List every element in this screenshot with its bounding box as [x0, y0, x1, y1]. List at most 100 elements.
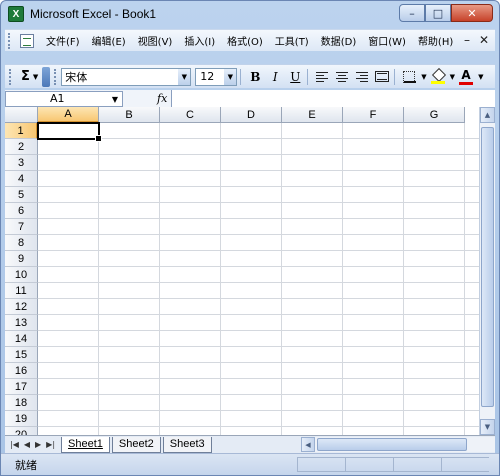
- status-panel: [441, 457, 489, 472]
- font-color-dropdown-icon[interactable]: ▼: [478, 73, 483, 81]
- font-size-dropdown-icon[interactable]: ▼: [224, 68, 237, 85]
- sheet-tab-sheet2[interactable]: Sheet2: [111, 436, 161, 453]
- autosum-icon[interactable]: Σ: [21, 69, 30, 84]
- underline-button[interactable]: U: [286, 68, 304, 86]
- align-right-button[interactable]: [353, 68, 371, 86]
- merge-center-icon: [375, 71, 390, 82]
- row-header-20[interactable]: 20: [5, 427, 38, 435]
- first-sheet-icon[interactable]: |◀: [10, 440, 19, 449]
- window-title: Microsoft Excel - Book1: [30, 7, 157, 21]
- name-box-dropdown-icon[interactable]: ▼: [112, 95, 118, 104]
- formula-input[interactable]: [171, 90, 495, 107]
- menu-file[interactable]: 文件(F): [46, 33, 80, 48]
- fill-color-button[interactable]: [429, 68, 447, 86]
- toolbar-separator: [240, 68, 242, 85]
- align-center-icon: [336, 71, 349, 82]
- minimize-button[interactable]: –: [399, 4, 425, 22]
- column-header-b[interactable]: B: [99, 107, 160, 123]
- scroll-left-button[interactable]: ◀: [301, 437, 315, 452]
- column-header-f[interactable]: F: [343, 107, 404, 123]
- row-header-12[interactable]: 12: [5, 299, 38, 315]
- vertical-scroll-thumb[interactable]: [481, 127, 494, 407]
- merge-center-button[interactable]: [373, 68, 391, 86]
- row-header-11[interactable]: 11: [5, 283, 38, 299]
- sheet-tab-sheet3[interactable]: Sheet3: [162, 436, 212, 453]
- autosum-dropdown-icon[interactable]: ▼: [33, 73, 38, 81]
- row-header-4[interactable]: 4: [5, 171, 38, 187]
- menu-view[interactable]: 视图(V): [138, 33, 173, 48]
- menu-insert[interactable]: 插入(I): [184, 33, 215, 48]
- align-center-button[interactable]: [333, 68, 351, 86]
- document-minimize-button[interactable]: –: [464, 33, 470, 47]
- column-header-g[interactable]: G: [404, 107, 465, 123]
- row-header-8[interactable]: 8: [5, 235, 38, 251]
- row-header-7[interactable]: 7: [5, 219, 38, 235]
- menu-window[interactable]: 窗口(W): [368, 33, 406, 48]
- menu-tools[interactable]: 工具(T): [275, 33, 309, 48]
- active-cell-A1[interactable]: [37, 122, 102, 142]
- excel-app-icon[interactable]: X: [8, 6, 24, 22]
- horizontal-scroll-thumb[interactable]: [317, 438, 467, 451]
- toolbar-grip-handle[interactable]: [9, 68, 13, 85]
- row-header-13[interactable]: 13: [5, 315, 38, 331]
- font-name-dropdown-icon[interactable]: ▼: [178, 68, 191, 85]
- menu-edit[interactable]: 编辑(E): [92, 33, 126, 48]
- row-header-9[interactable]: 9: [5, 251, 38, 267]
- column-header-a[interactable]: A: [38, 107, 99, 123]
- borders-dropdown-icon[interactable]: ▼: [421, 73, 426, 81]
- formatting-toolbar: Σ ▼ 宋体 ▼ 12 ▼ B I U ▼ ▼ A ▼: [5, 64, 495, 88]
- row-header-10[interactable]: 10: [5, 267, 38, 283]
- row-header-19[interactable]: 19: [5, 411, 38, 427]
- insert-function-icon[interactable]: fx: [157, 92, 167, 105]
- prev-sheet-icon[interactable]: ◀: [24, 440, 30, 449]
- row-header-2[interactable]: 2: [5, 139, 38, 155]
- menu-format[interactable]: 格式(O): [227, 33, 263, 48]
- scroll-up-button[interactable]: ▲: [480, 107, 495, 123]
- borders-button[interactable]: [400, 68, 418, 86]
- menu-help[interactable]: 帮助(H): [418, 33, 453, 48]
- row-header-17[interactable]: 17: [5, 379, 38, 395]
- align-left-button[interactable]: [313, 68, 331, 86]
- document-close-button[interactable]: ✕: [479, 33, 489, 47]
- font-size-select[interactable]: 12 ▼: [195, 67, 238, 86]
- window-controls: – □ ✕: [399, 4, 493, 22]
- row-header-18[interactable]: 18: [5, 395, 38, 411]
- row-header-5[interactable]: 5: [5, 187, 38, 203]
- column-header-d[interactable]: D: [221, 107, 282, 123]
- sheet-tab-sheet1[interactable]: Sheet1: [61, 436, 110, 453]
- row-header-15[interactable]: 15: [5, 347, 38, 363]
- italic-button[interactable]: I: [266, 68, 284, 86]
- next-sheet-icon[interactable]: ▶: [35, 440, 41, 449]
- scroll-down-button[interactable]: ▼: [480, 419, 495, 435]
- maximize-button[interactable]: □: [425, 4, 451, 22]
- horizontal-scrollbar[interactable]: ◀: [301, 437, 495, 452]
- status-panel: [345, 457, 393, 472]
- font-name-select[interactable]: 宋体 ▼: [61, 67, 192, 86]
- last-sheet-icon[interactable]: ▶|: [46, 440, 55, 449]
- menu-data[interactable]: 数据(D): [321, 33, 357, 48]
- font-name-value: 宋体: [65, 70, 88, 84]
- bold-button[interactable]: B: [246, 68, 264, 86]
- workbook-icon[interactable]: [20, 33, 34, 48]
- align-right-icon: [356, 71, 369, 82]
- row-header-14[interactable]: 14: [5, 331, 38, 347]
- fill-color-dropdown-icon[interactable]: ▼: [450, 73, 455, 81]
- cell-area[interactable]: [38, 123, 479, 435]
- column-header-c[interactable]: C: [160, 107, 221, 123]
- toolbar-options-chevron[interactable]: [42, 66, 51, 87]
- close-button[interactable]: ✕: [451, 4, 493, 22]
- column-header-e[interactable]: E: [282, 107, 343, 123]
- name-box-value: A1: [50, 92, 65, 105]
- select-all-corner[interactable]: [5, 107, 38, 123]
- row-header-3[interactable]: 3: [5, 155, 38, 171]
- font-color-button[interactable]: A: [457, 68, 475, 86]
- menu-bar: 文件(F) 编辑(E) 视图(V) 插入(I) 格式(O) 工具(T) 数据(D…: [5, 29, 495, 51]
- vertical-scrollbar[interactable]: ▲ ▼: [479, 107, 495, 435]
- row-header-16[interactable]: 16: [5, 363, 38, 379]
- name-box[interactable]: A1 ▼: [5, 90, 123, 107]
- row-header-1[interactable]: 1: [5, 123, 38, 139]
- fill-color-icon: [430, 70, 445, 84]
- menu-grip-handle[interactable]: [8, 32, 16, 49]
- toolbar-grip-handle-2[interactable]: [54, 68, 58, 85]
- row-header-6[interactable]: 6: [5, 203, 38, 219]
